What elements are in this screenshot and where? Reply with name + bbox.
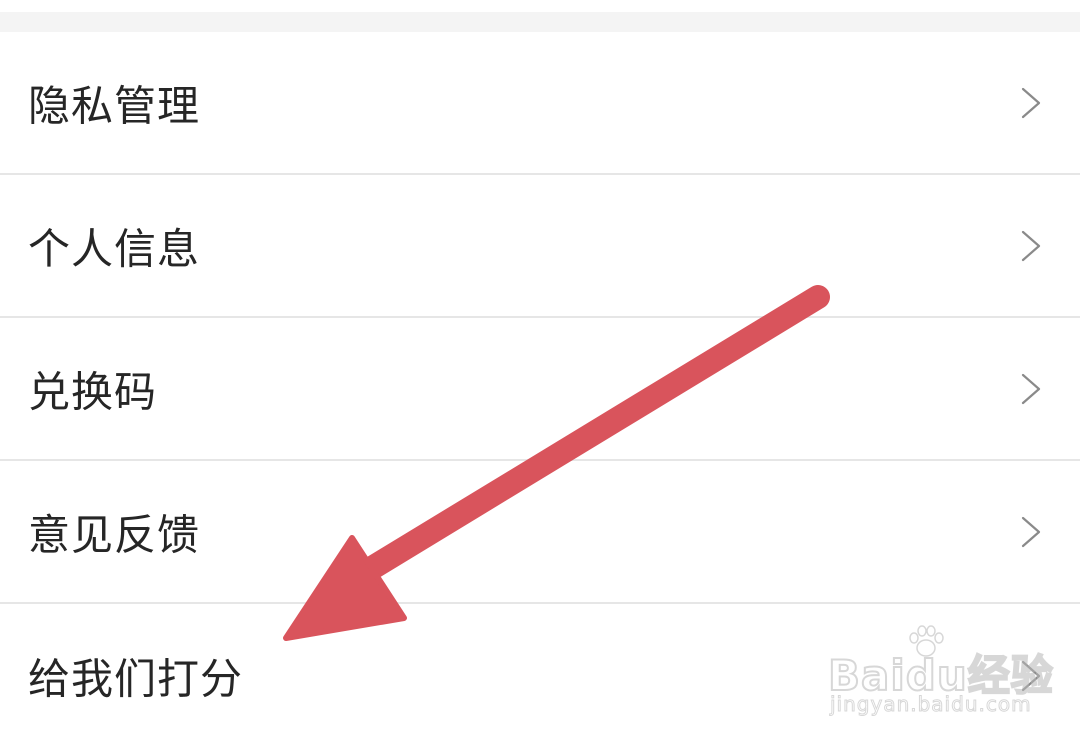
chevron-right-icon [1021,660,1041,691]
menu-item-feedback[interactable]: 意见反馈 [0,461,1080,604]
menu-item-label: 意见反馈 [28,510,201,559]
top-edge [0,0,1080,12]
settings-screen: 隐私管理 个人信息 兑换码 意见反馈 给我们打分 Baidu经验 jingyan… [0,0,1080,740]
menu-item-personal-info[interactable]: 个人信息 [0,175,1080,318]
chevron-right-icon [1021,230,1041,261]
chevron-right-icon [1021,516,1041,547]
chevron-right-icon [1021,87,1041,118]
menu-item-label: 个人信息 [28,224,201,273]
menu-item-rate-us[interactable]: 给我们打分 [0,604,1080,740]
section-gap [0,0,1080,32]
settings-menu-list: 隐私管理 个人信息 兑换码 意见反馈 给我们打分 [0,32,1080,740]
menu-item-privacy-management[interactable]: 隐私管理 [0,32,1080,175]
chevron-right-icon [1021,373,1041,404]
menu-item-label: 隐私管理 [28,81,201,130]
menu-item-redeem-code[interactable]: 兑换码 [0,318,1080,461]
menu-item-label: 兑换码 [28,367,158,416]
menu-item-label: 给我们打分 [28,654,244,703]
